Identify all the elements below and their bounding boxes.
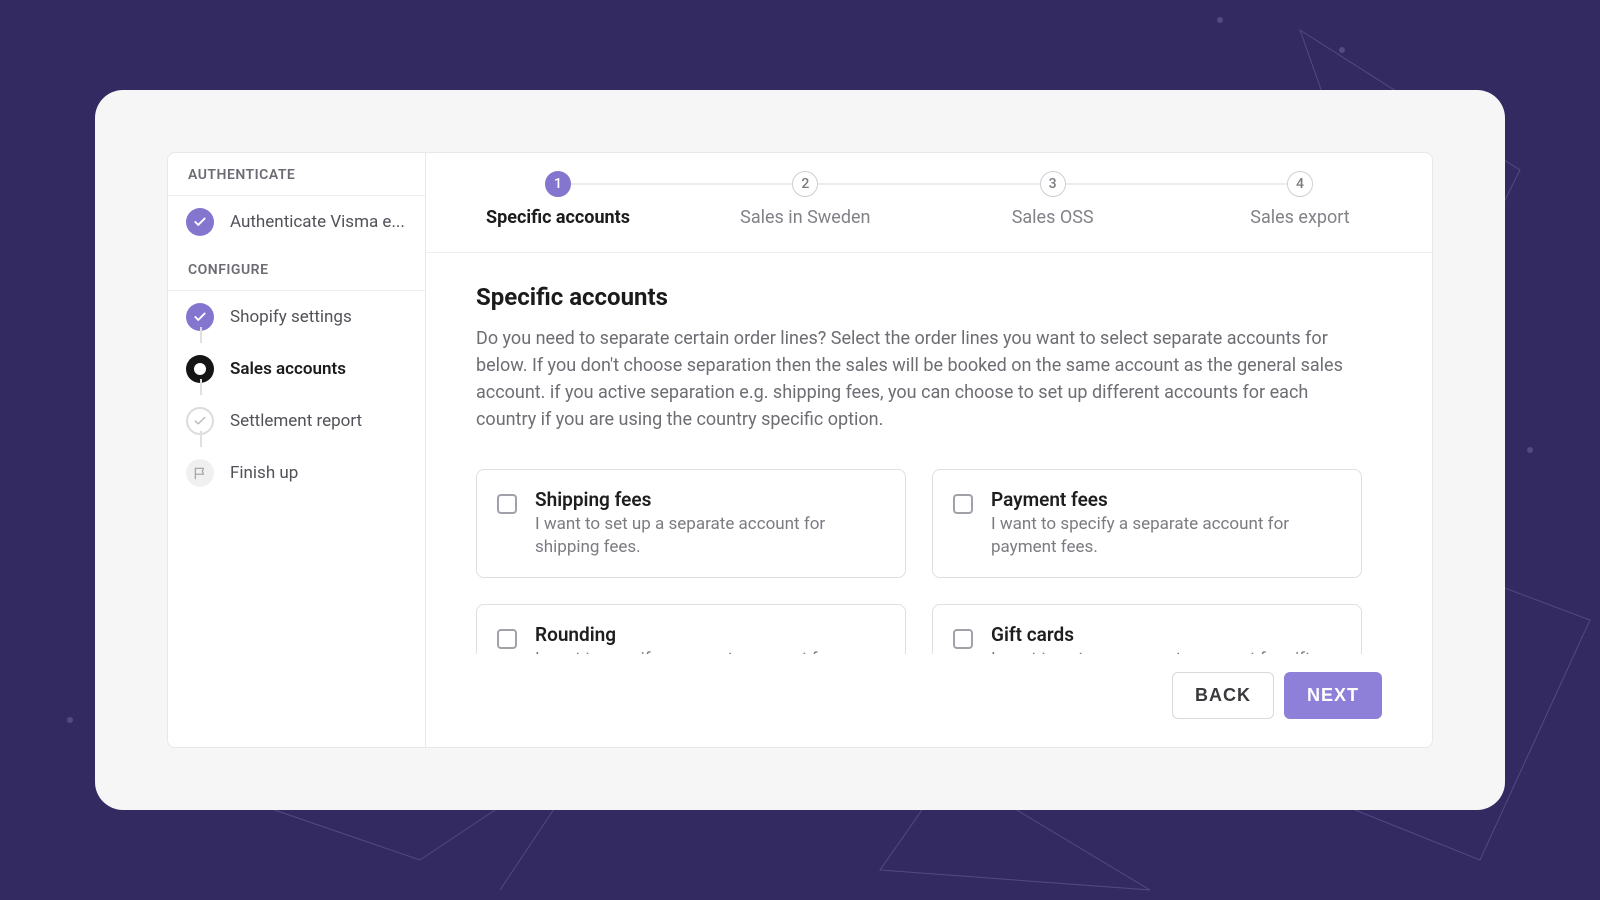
option-desc: I want to set up a separate account for … [535,513,883,559]
content-section: Specific accounts Do you need to separat… [426,253,1432,654]
step-label: Sales in Sweden [740,207,870,228]
footer-actions: BACK NEXT [426,654,1432,747]
option-title: Rounding [535,623,883,646]
checkbox[interactable] [953,629,973,649]
sidebar-item-label: Authenticate Visma e... [230,212,405,232]
setup-panel: AUTHENTICATE Authenticate Visma e... CON… [167,152,1433,748]
sidebar-item-label: Finish up [230,463,298,483]
option-title: Shipping fees [535,488,883,511]
sidebar-item-label: Settlement report [230,411,362,431]
checkbox[interactable] [953,494,973,514]
check-icon [186,208,214,236]
checkbox[interactable] [497,494,517,514]
option-grid: Shipping fees I want to set up a separat… [476,469,1382,654]
page-description: Do you need to separate certain order li… [476,325,1346,433]
stepper: 1 Specific accounts 2 Sales in Sweden 3 … [426,153,1432,253]
option-desc: I want to set up a separate account for … [991,648,1339,654]
step-number: 2 [792,171,818,197]
sidebar-item-sales-accounts[interactable]: Sales accounts [168,343,425,395]
step-number: 1 [545,171,571,197]
step-number: 4 [1287,171,1313,197]
option-desc: I want to specify a separate account for… [991,513,1339,559]
checkbox[interactable] [497,629,517,649]
main-content: 1 Specific accounts 2 Sales in Sweden 3 … [426,153,1432,747]
sidebar-item-settlement-report[interactable]: Settlement report [168,395,425,447]
option-title: Payment fees [991,488,1339,511]
next-button[interactable]: NEXT [1284,672,1382,719]
sidebar-group-configure: CONFIGURE [168,248,425,291]
sidebar-group-authenticate: AUTHENTICATE [168,153,425,196]
step-label: Sales OSS [1012,207,1094,228]
sidebar-item-authenticate-visma[interactable]: Authenticate Visma e... [168,196,425,248]
sidebar-item-label: Shopify settings [230,307,352,327]
option-title: Gift cards [991,623,1339,646]
step-label: Specific accounts [486,207,630,228]
step-sales-oss[interactable]: 3 Sales OSS [973,171,1133,228]
sidebar-item-label: Sales accounts [230,359,346,379]
option-payment-fees[interactable]: Payment fees I want to specify a separat… [932,469,1362,578]
sidebar-item-finish-up[interactable]: Finish up [168,447,425,499]
stepper-connector [556,183,1302,185]
sidebar: AUTHENTICATE Authenticate Visma e... CON… [168,153,426,747]
flag-icon [186,459,214,487]
step-sales-export[interactable]: 4 Sales export [1220,171,1380,228]
step-number: 3 [1040,171,1066,197]
option-desc: I want to specify a separate account for… [535,648,883,654]
option-gift-cards[interactable]: Gift cards I want to set up a separate a… [932,604,1362,654]
window-card: AUTHENTICATE Authenticate Visma e... CON… [95,90,1505,810]
step-label: Sales export [1250,207,1349,228]
sidebar-item-shopify-settings[interactable]: Shopify settings [168,291,425,343]
step-specific-accounts[interactable]: 1 Specific accounts [478,171,638,228]
option-shipping-fees[interactable]: Shipping fees I want to set up a separat… [476,469,906,578]
back-button[interactable]: BACK [1172,672,1274,719]
step-sales-in-sweden[interactable]: 2 Sales in Sweden [725,171,885,228]
page-title: Specific accounts [476,283,1382,311]
option-rounding[interactable]: Rounding I want to specify a separate ac… [476,604,906,654]
